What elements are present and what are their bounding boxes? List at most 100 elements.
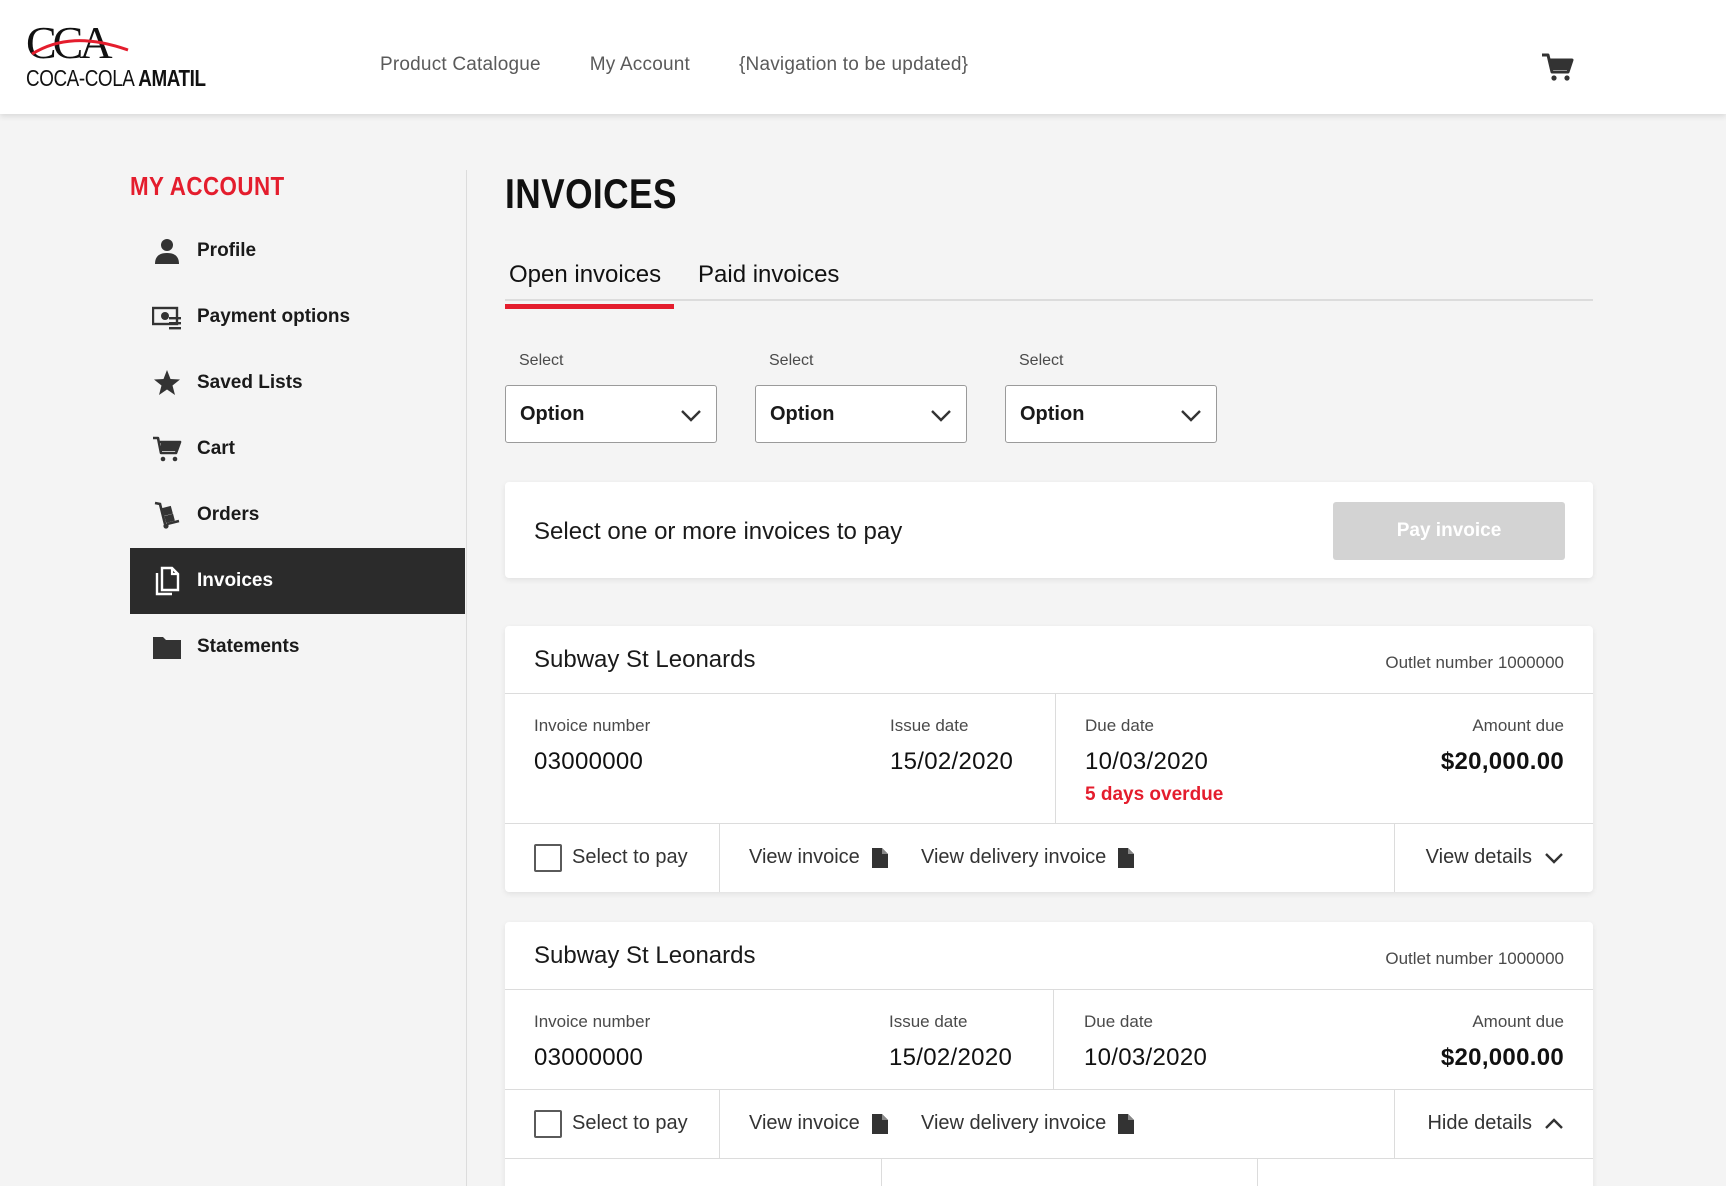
- view-delivery-label: View delivery invoice: [921, 1112, 1107, 1134]
- star-icon: [150, 366, 184, 400]
- filter-2: Select Option: [755, 351, 967, 443]
- sidebar-item-label: Orders: [197, 504, 260, 525]
- invoice-number: 03000000: [534, 1044, 644, 1071]
- view-delivery-invoice-link[interactable]: View delivery invoice: [921, 846, 1135, 869]
- sidebar-item-payment-options[interactable]: Payment options: [130, 284, 465, 350]
- nav-my-account[interactable]: My Account: [590, 54, 690, 76]
- issue-date: 15/02/2020: [890, 748, 1014, 775]
- tab-open-invoices[interactable]: Open invoices: [509, 261, 661, 301]
- sidebar-item-invoices[interactable]: Invoices: [130, 548, 465, 614]
- outlet-name: Subway St Leonards: [534, 942, 756, 969]
- folder-icon: [150, 630, 184, 664]
- issue-date-field: Issue date 15/02/2020: [889, 1012, 1012, 1072]
- details-toggle-label: Hide details: [1427, 1112, 1532, 1134]
- pay-invoice-bar: Select one or more invoices to pay Pay i…: [505, 482, 1593, 578]
- sidebar-item-label: Cart: [197, 438, 236, 459]
- account-sidebar: MY ACCOUNT Profile Payment options Saved…: [130, 170, 465, 659]
- filter-select[interactable]: Option: [755, 385, 967, 443]
- amount-due-field: Amount due $20,000.00: [1441, 716, 1564, 776]
- pay-invoice-button[interactable]: Pay invoice: [1333, 502, 1565, 560]
- action-divider: [719, 1090, 720, 1158]
- field-label: Issue date: [889, 1012, 968, 1031]
- sidebar-item-label: Saved Lists: [197, 372, 303, 393]
- top-header: CCA COCA-COLA AMATIL Product Catalogue M…: [0, 0, 1726, 114]
- chevron-down-icon: [931, 410, 951, 422]
- select-to-pay-checkbox[interactable]: [534, 1110, 562, 1138]
- page-title: INVOICES: [505, 170, 677, 217]
- select-to-pay-label[interactable]: Select to pay: [572, 1112, 688, 1135]
- details-divider: [1257, 1159, 1258, 1186]
- field-label: Amount due: [1472, 716, 1564, 735]
- sidebar-item-label: Statements: [197, 636, 300, 657]
- cart-icon[interactable]: [1540, 50, 1574, 84]
- sidebar-item-statements[interactable]: Statements: [130, 614, 465, 680]
- card-header: Subway St Leonards Outlet number 1000000: [505, 626, 1593, 694]
- invoice-number: 03000000: [534, 748, 644, 775]
- sidebar-item-saved-lists[interactable]: Saved Lists: [130, 350, 465, 416]
- nav-product-catalogue[interactable]: Product Catalogue: [380, 54, 541, 76]
- filter-label: Select: [769, 352, 814, 369]
- invoice-card: Subway St Leonards Outlet number 1000000…: [505, 626, 1593, 892]
- action-divider: [719, 824, 720, 892]
- invoice-number-field: Invoice number 03000000: [534, 716, 650, 776]
- select-to-pay-label[interactable]: Select to pay: [572, 846, 688, 869]
- sidebar-item-label: Profile: [197, 240, 257, 261]
- action-divider: [1394, 1090, 1395, 1158]
- hide-details-toggle[interactable]: Hide details: [1427, 1112, 1564, 1135]
- outlet-name: Subway St Leonards: [534, 646, 756, 673]
- sidebar-item-orders[interactable]: Orders: [130, 482, 465, 548]
- due-date: 10/03/2020: [1085, 748, 1209, 775]
- field-label: Issue date: [890, 716, 969, 735]
- sidebar-item-cart[interactable]: Cart: [130, 416, 465, 482]
- person-icon: [150, 234, 184, 268]
- details-divider: [881, 1159, 882, 1186]
- cca-logo[interactable]: CCA COCA-COLA AMATIL: [26, 20, 206, 94]
- field-label: Invoice number: [534, 1012, 651, 1031]
- view-invoice-link[interactable]: View invoice: [749, 1112, 888, 1135]
- invoice-card: Subway St Leonards Outlet number 1000000…: [505, 922, 1593, 1186]
- filter-select[interactable]: Option: [1005, 385, 1217, 443]
- nav-placeholder[interactable]: {Navigation to be updated}: [739, 54, 968, 76]
- overdue-badge: 5 days overdue: [1085, 784, 1224, 805]
- view-invoice-label: View invoice: [749, 1112, 860, 1134]
- issue-date: 15/02/2020: [889, 1044, 1013, 1071]
- field-label: Amount due: [1472, 1012, 1564, 1031]
- details-toggle-label: View details: [1425, 846, 1532, 868]
- card-actions: Select to pay View invoice View delivery…: [505, 1090, 1593, 1158]
- filter-value: Option: [520, 403, 585, 425]
- filter-select[interactable]: Option: [505, 385, 717, 443]
- main-nav: Product Catalogue My Account {Navigation…: [380, 54, 968, 76]
- view-delivery-invoice-link[interactable]: View delivery invoice: [921, 1112, 1135, 1135]
- document-icon: [871, 1113, 888, 1134]
- amount-due: $20,000.00: [1440, 1044, 1564, 1071]
- tab-paid-invoices[interactable]: Paid invoices: [698, 261, 839, 301]
- document-icon: [1118, 1113, 1135, 1134]
- field-label: Due date: [1084, 1012, 1153, 1031]
- card-actions: Select to pay View invoice View delivery…: [505, 824, 1593, 892]
- filter-1: Select Option: [505, 351, 717, 443]
- view-details-toggle[interactable]: View details: [1426, 846, 1564, 869]
- chevron-down-icon: [681, 410, 701, 422]
- document-icon: [871, 847, 888, 868]
- card-divider: [1053, 990, 1054, 1090]
- logo-name: COCA-COLA AMATIL: [26, 65, 206, 91]
- chevron-down-icon: [1545, 852, 1563, 864]
- view-invoice-link[interactable]: View invoice: [749, 846, 888, 869]
- filter-label: Select: [519, 352, 564, 369]
- payment-icon: [150, 300, 184, 334]
- pay-instruction: Select one or more invoices to pay: [534, 518, 903, 545]
- chevron-down-icon: [1181, 410, 1201, 422]
- action-divider: [1394, 824, 1395, 892]
- active-tab-indicator: [505, 304, 674, 309]
- amount-due-field: Amount due $20,000.00: [1441, 1012, 1564, 1072]
- select-to-pay-checkbox[interactable]: [534, 844, 562, 872]
- filter-label: Select: [1019, 352, 1064, 369]
- sidebar-item-profile[interactable]: Profile: [130, 218, 465, 284]
- card-body: Invoice number 03000000 Issue date 15/02…: [505, 694, 1593, 824]
- sidebar-menu: Profile Payment options Saved Lists Cart…: [130, 218, 465, 680]
- sidebar-divider: [466, 170, 467, 1186]
- sidebar-item-label: Invoices: [197, 570, 274, 591]
- filter-value: Option: [770, 403, 835, 425]
- field-label: Due date: [1085, 716, 1154, 735]
- outlet-number: Outlet number 1000000: [1385, 949, 1564, 968]
